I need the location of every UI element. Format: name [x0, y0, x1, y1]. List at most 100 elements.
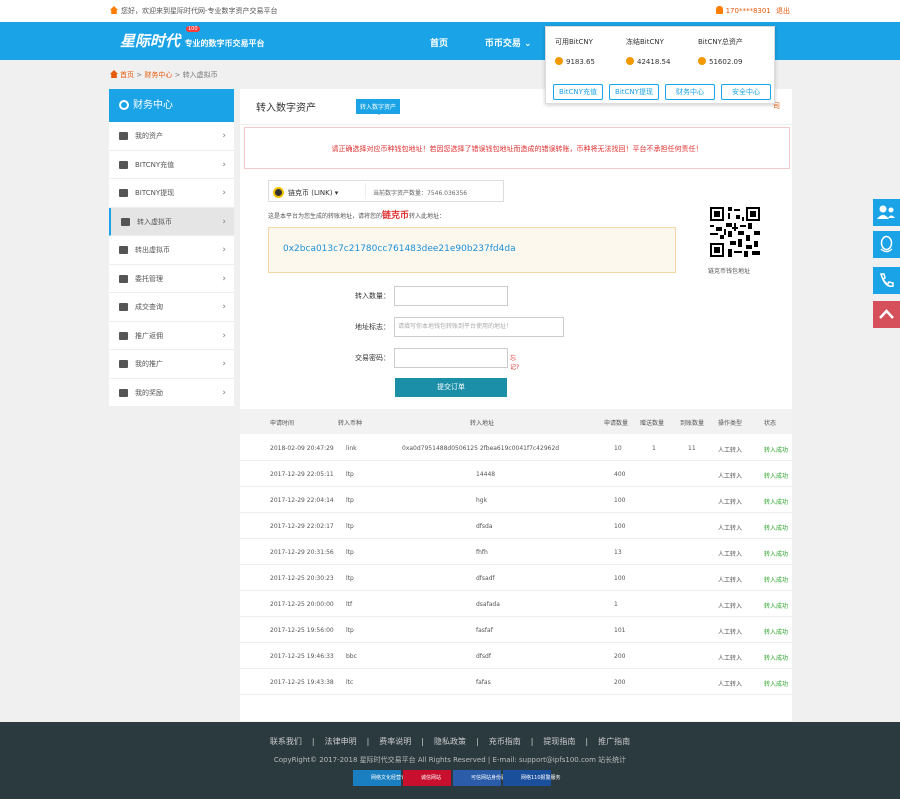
page-title: 转入数字资产 — [256, 103, 316, 114]
frozen-value: 42418.54 — [626, 57, 670, 66]
logo-slogan: 专业的数字币交易平台 — [184, 39, 265, 48]
footer-link[interactable]: 推广指南 — [598, 737, 630, 746]
amount-input[interactable] — [394, 286, 508, 306]
table-cell: 人工转入 — [718, 447, 743, 454]
table-cell: 人工转入 — [718, 655, 743, 662]
table-cell: ltf — [346, 601, 353, 608]
user-info: 170****8301 退出 — [715, 6, 790, 16]
table-cell: dsafada — [476, 601, 500, 608]
table-cell: 200 — [614, 653, 626, 660]
sidebar-item-transfer-out[interactable]: 转出虚拟币 › — [109, 236, 234, 265]
amount-label: 转入数量： — [355, 292, 390, 300]
table-cell: ltc — [346, 679, 354, 686]
main-panel: 转入数字资产 转入数字资产 司 请正确选择对应币种钱包地址！若因您选择了错误钱包… — [240, 89, 792, 721]
nav-trade[interactable]: 币币交易 ⌄ — [485, 39, 532, 49]
wallet-address[interactable]: 0x2bca013c7c21780cc761483dee21e90b237fd4… — [283, 244, 516, 254]
trusted-site-badge[interactable]: 可信网站身份验证 — [453, 770, 511, 786]
coin-icon — [626, 57, 634, 65]
table-cell: 转入成功 — [764, 525, 789, 532]
table-cell: 人工转入 — [718, 629, 743, 636]
address-hint: 这是本平台为您生成的转账地址，请将您的链克币转入此地址： — [268, 211, 446, 221]
col-gift: 赠送数量 — [640, 420, 665, 427]
footer-link[interactable]: 充币指南 — [489, 737, 521, 746]
table-cell: 人工转入 — [718, 551, 743, 558]
coin-icon — [698, 57, 706, 65]
footer-link[interactable]: 法律申明 — [325, 737, 357, 746]
user-phone[interactable]: 170****8301 — [726, 7, 771, 15]
table-cell: 13 — [614, 549, 622, 556]
credible-site-badge[interactable]: 诚信网站 — [403, 770, 451, 786]
logout-link[interactable]: 退出 — [776, 7, 790, 15]
table-cell: 200 — [614, 679, 626, 686]
table-cell: 转入成功 — [764, 473, 789, 480]
qq-icon — [880, 235, 893, 253]
forgot-password-link[interactable]: 忘记? — [510, 353, 519, 371]
footer: 联系我们 | 法律申明 | 费率说明 | 隐私政策 | 充币指南 | 提现指南 | 推广指南 CopyR… — [0, 722, 900, 799]
lifebuoy-icon — [119, 100, 129, 110]
table-cell: ltp — [346, 549, 354, 556]
qq-button[interactable] — [873, 231, 900, 258]
culture-license-badge[interactable]: 网络文化经营许可证 — [353, 770, 416, 786]
footer-separator: | — [311, 737, 315, 746]
sidebar-item-withdraw[interactable]: BITCNY提现 › — [109, 179, 234, 208]
sidebar-item-promotion[interactable]: 我的推广 › — [109, 350, 234, 379]
footer-link[interactable]: 隐私政策 — [434, 737, 466, 746]
gift-icon — [119, 388, 128, 397]
sidebar-item-commission[interactable]: 推广返佣 › — [109, 322, 234, 350]
sidebar-item-orders[interactable]: 委托管理 › — [109, 265, 234, 293]
user-icon — [715, 6, 723, 14]
password-input[interactable] — [394, 348, 508, 368]
withdraw-button[interactable]: BitCNY提现 — [609, 84, 659, 100]
password-label: 交易密码： — [355, 354, 390, 362]
total-label: BitCNY总资产 — [698, 38, 743, 46]
sidebar-item-recharge[interactable]: BITCNY充值 › — [109, 151, 234, 179]
security-center-button[interactable]: 安全中心 — [721, 84, 771, 100]
title-tag: 转入数字资产 — [356, 99, 401, 115]
logo-badge: 100 — [186, 26, 200, 32]
sidebar: 财务中心 我的资产 › BITCNY充值 › BITCNY提现 › 转入虚拟币 › 转出… — [109, 89, 234, 407]
col-type: 操作类型 — [718, 420, 743, 427]
nav-home[interactable]: 首页 — [430, 39, 448, 49]
recharge-button[interactable]: BitCNY充值 — [553, 84, 603, 100]
phone-button[interactable] — [873, 267, 900, 294]
footer-link[interactable]: 联系我们 — [270, 737, 302, 746]
coin-name[interactable]: 链克币 (LINK) ▾ — [273, 187, 338, 198]
logo[interactable]: 星际时代 100 专业的数字币交易平台 — [120, 26, 265, 51]
logo-brand: 星际时代 — [120, 32, 181, 50]
police-110-badge[interactable]: 网络110报警服务 — [503, 770, 561, 786]
table-cell: 400 — [614, 471, 626, 478]
table-cell: 2017-12-29 20:31:56 — [270, 549, 334, 556]
top-bar: 您好，欢迎来到星际时代网-专业数字资产交易平台 170****8301 退出 — [0, 0, 900, 22]
table-cell: fafas — [476, 679, 491, 686]
home-icon — [110, 6, 118, 14]
footer-link[interactable]: 提现指南 — [543, 737, 575, 746]
back-to-top-button[interactable] — [873, 301, 900, 328]
sidebar-item-transfer-in[interactable]: 转入虚拟币 › — [109, 207, 234, 236]
table-cell: ltp — [346, 523, 354, 530]
customer-service-button[interactable] — [873, 199, 900, 226]
chevron-right-icon: › — [222, 387, 226, 398]
coin-selector[interactable]: 链克币 (LINK) ▾ 当前数字资产数量：7546.036356 — [268, 180, 504, 202]
wallet-icon — [119, 132, 128, 140]
welcome-text: 您好，欢迎来到星际时代网-专业数字资产交易平台 — [110, 6, 278, 16]
qr-label: 链克币钱包地址 — [708, 268, 751, 275]
sidebar-item-trades[interactable]: 成交查询 › — [109, 293, 234, 322]
breadcrumb-finance[interactable]: 财务中心 — [144, 71, 172, 79]
chevron-right-icon: › — [222, 302, 226, 312]
available-value: 9183.65 — [555, 57, 595, 66]
table-cell: dfsda — [476, 523, 493, 530]
submit-order-button[interactable]: 提交订单 — [395, 378, 507, 397]
footer-link[interactable]: 费率说明 — [379, 737, 411, 746]
sidebar-item-rewards[interactable]: 我的奖励 › — [109, 379, 234, 407]
sidebar-item-my-assets[interactable]: 我的资产 › — [109, 122, 234, 151]
footer-separator: | — [366, 737, 370, 746]
table-cell: 2017-12-25 19:43:38 — [270, 679, 334, 686]
address-tag-input[interactable]: 请填写你本地钱包转账到平台使用的地址！ — [394, 317, 564, 337]
table-row: 2017-12-25 19:46:33 bbc dfsdf 200 人工转入 转入成功 — [240, 643, 792, 669]
finance-center-button[interactable]: 财务中心 — [665, 84, 715, 100]
breadcrumb-home[interactable]: 首页 — [120, 71, 134, 79]
frozen-label: 冻结BitCNY — [626, 38, 664, 46]
table-row: 2017-12-25 19:56:00 ltp fasfaf 101 人工转入 转入成功 — [240, 617, 792, 643]
sidebar-title: 财务中心 — [109, 89, 234, 122]
chevron-up-icon — [879, 309, 894, 319]
